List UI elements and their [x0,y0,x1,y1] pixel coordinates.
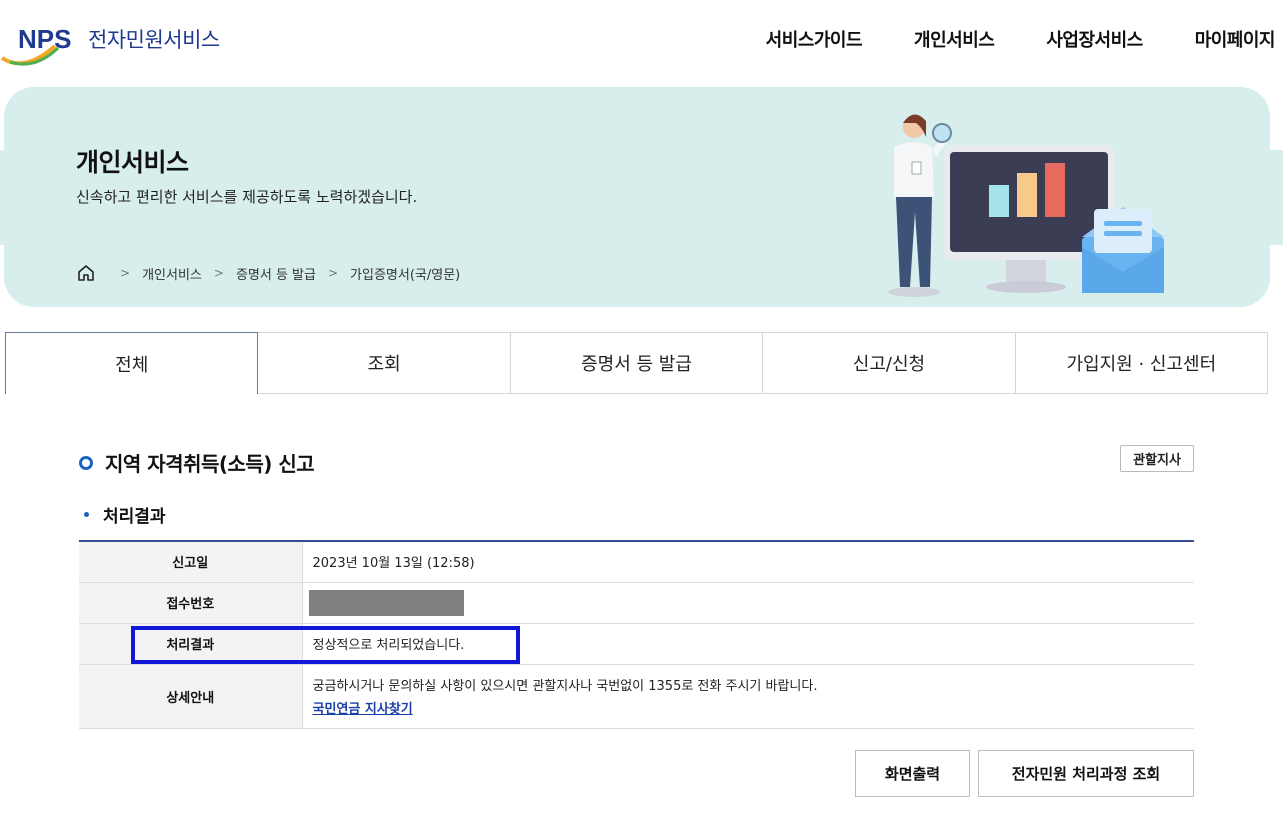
breadcrumb: > 개인서비스 > 증명서 등 발급 > 가입증명서(국/영문) [76,263,460,283]
row-label: 신고일 [79,541,303,583]
tab-report[interactable]: 신고/신청 [763,332,1016,394]
breadcrumb-item[interactable]: 가입증명서(국/영문) [350,264,460,283]
section-heading: 지역 자격취득(소득) 신고 [79,448,315,477]
nav-service-guide[interactable]: 서비스가이드 [766,26,863,52]
table-row: 상세안내 궁금하시거나 문의하실 사항이 있으시면 관할지사나 국번없이 135… [79,664,1194,729]
home-icon[interactable] [76,263,96,283]
detail-guide-text: 궁금하시거나 문의하실 사항이 있으시면 관할지사나 국번없이 1355로 전화… [312,679,818,694]
breadcrumb-item[interactable]: 증명서 등 발급 [236,264,316,283]
masked-receipt-number [308,589,464,616]
nps-logo-icon: NPS [0,24,71,66]
site-header: NPS 전자민원서비스 서비스가이드 개인서비스 사업장서비스 마이페이지 [0,0,1283,80]
nav-business-service[interactable]: 사업장서비스 [1046,26,1143,52]
tab-all[interactable]: 전체 [5,332,259,394]
category-tabs: 전체 조회 증명서 등 발급 신고/신청 가입지원 · 신고센터 [5,332,1269,394]
sub-heading: 처리결과 [84,502,166,527]
tab-inquiry[interactable]: 조회 [258,332,511,394]
result-table: 신고일 2023년 10월 13일 (12:58) 접수번호 처리결과 정상적으… [79,540,1194,729]
row-value [302,582,1194,624]
page-description: 신속하고 편리한 서비스를 제공하도록 노력하겠습니다. [76,188,418,206]
logo-text: 전자민원서비스 [88,28,220,52]
page-banner: 개인서비스 신속하고 편리한 서비스를 제공하도록 노력하겠습니다. > 개인서… [4,87,1270,307]
section-title: 지역 자격취득(소득) 신고 [105,452,315,476]
row-value: 궁금하시거나 문의하실 사항이 있으시면 관할지사나 국번없이 1355로 전화… [302,664,1194,729]
nav-personal-service[interactable]: 개인서비스 [914,26,995,52]
row-label: 접수번호 [79,582,303,624]
table-row: 신고일 2023년 10월 13일 (12:58) [79,541,1194,583]
page-title: 개인서비스 [76,148,189,177]
banner-illustration [888,114,1164,297]
row-label: 처리결과 [79,623,303,665]
print-button[interactable]: 화면출력 [855,750,970,797]
dot-bullet-icon [84,512,89,517]
breadcrumb-item[interactable]: 개인서비스 [142,264,202,283]
process-inquiry-button[interactable]: 전자민원 처리과정 조회 [978,750,1194,797]
tab-support-center[interactable]: 가입지원 · 신고센터 [1015,332,1269,394]
svg-text:NPS: NPS [18,24,71,54]
row-value: 정상적으로 처리되었습니다. [302,623,1194,665]
chevron-right-icon: > [213,266,224,280]
nav-mypage[interactable]: 마이페이지 [1195,26,1276,52]
nps-logo[interactable]: NPS 전자민원서비스 [0,18,240,68]
branch-finder-link[interactable]: 국민연금 지사찾기 [313,698,413,717]
chevron-right-icon: > [120,266,131,280]
circle-bullet-icon [79,455,93,470]
row-label: 상세안내 [79,664,303,729]
table-row: 처리결과 정상적으로 처리되었습니다. [79,623,1194,665]
tab-certificate[interactable]: 증명서 등 발급 [510,332,764,394]
jurisdiction-office-button[interactable]: 관할지사 [1120,445,1194,472]
main-nav: 서비스가이드 개인서비스 사업장서비스 마이페이지 [714,26,1276,52]
chevron-right-icon: > [327,266,339,280]
sub-title: 처리결과 [103,507,166,527]
table-row: 접수번호 [79,582,1194,624]
row-value: 2023년 10월 13일 (12:58) [302,541,1194,583]
